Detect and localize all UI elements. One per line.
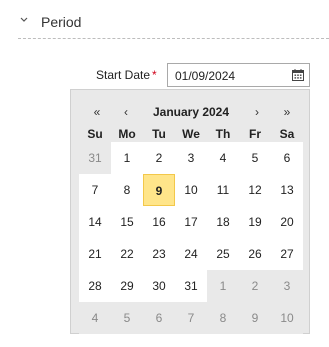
calendar-day-other-month[interactable]: 8 <box>207 302 239 334</box>
start-date-input[interactable]: 01/09/2024 <box>167 63 310 87</box>
calendar-day[interactable]: 27 <box>271 238 303 270</box>
calendar-day[interactable]: 30 <box>143 270 175 302</box>
calendar-day[interactable]: 28 <box>79 270 111 302</box>
calendar-day[interactable]: 10 <box>175 174 207 206</box>
calendar-day-other-month[interactable]: 7 <box>175 302 207 334</box>
calendar-day-other-month[interactable]: 9 <box>239 302 271 334</box>
calendar-day[interactable]: 4 <box>207 142 239 174</box>
calendar-day[interactable]: 20 <box>271 206 303 238</box>
calendar-day[interactable]: 14 <box>79 206 111 238</box>
calendar-day[interactable]: 5 <box>239 142 271 174</box>
section-title: Period <box>41 14 82 30</box>
date-picker-calendar: « ‹ January 2024 › » Su Mo Tu We Th Fr Sa 31 1 2… <box>70 89 310 334</box>
calendar-day-other-month[interactable]: 3 <box>271 270 303 302</box>
weekday-label: Th <box>215 127 231 141</box>
start-date-label-text: Start Date <box>96 68 151 82</box>
calendar-day[interactable]: 8 <box>111 174 143 206</box>
calendar-day[interactable]: 7 <box>79 174 111 206</box>
next-month-button[interactable]: › <box>247 105 267 119</box>
calendar-day[interactable]: 2 <box>143 142 175 174</box>
chevron-down-icon[interactable] <box>18 15 30 25</box>
start-date-value: 01/09/2024 <box>175 69 236 83</box>
calendar-day-other-month[interactable]: 6 <box>143 302 175 334</box>
calendar-day-other-month[interactable]: 2 <box>239 270 271 302</box>
weekday-label: Tu <box>152 127 166 141</box>
calendar-day[interactable]: 1 <box>111 142 143 174</box>
calendar-day[interactable]: 19 <box>239 206 271 238</box>
section-divider <box>18 38 329 39</box>
calendar-day[interactable]: 12 <box>239 174 271 206</box>
calendar-day[interactable]: 16 <box>143 206 175 238</box>
calendar-day[interactable]: 21 <box>79 238 111 270</box>
calendar-day[interactable]: 11 <box>207 174 239 206</box>
calendar-day[interactable]: 18 <box>207 206 239 238</box>
calendar-month-title: January 2024 <box>152 105 230 119</box>
calendar-day[interactable]: 17 <box>175 206 207 238</box>
calendar-day-other-month[interactable]: 1 <box>207 270 239 302</box>
calendar-day-selected[interactable]: 9 <box>143 174 175 206</box>
next-year-button[interactable]: » <box>277 105 297 119</box>
calendar-icon[interactable] <box>291 68 305 82</box>
calendar-day[interactable]: 26 <box>239 238 271 270</box>
calendar-day[interactable]: 13 <box>271 174 303 206</box>
weekday-label: Sa <box>279 127 295 141</box>
calendar-day-other-month[interactable]: 4 <box>79 302 111 334</box>
start-date-label: Start Date * <box>96 68 157 82</box>
calendar-day[interactable]: 29 <box>111 270 143 302</box>
calendar-day[interactable]: 22 <box>111 238 143 270</box>
weekday-label: Fr <box>249 127 261 141</box>
calendar-day[interactable]: 3 <box>175 142 207 174</box>
calendar-day[interactable]: 24 <box>175 238 207 270</box>
calendar-day[interactable]: 31 <box>175 270 207 302</box>
calendar-day[interactable]: 23 <box>143 238 175 270</box>
weekday-label: We <box>182 127 200 141</box>
calendar-day-other-month[interactable]: 31 <box>79 142 111 174</box>
calendar-day[interactable]: 6 <box>271 142 303 174</box>
weekday-label: Su <box>87 127 103 141</box>
section-header-period[interactable]: Period <box>0 0 329 40</box>
calendar-day[interactable]: 25 <box>207 238 239 270</box>
weekday-label: Mo <box>118 127 136 141</box>
required-mark: * <box>152 68 157 82</box>
calendar-day-other-month[interactable]: 10 <box>271 302 303 334</box>
calendar-day[interactable]: 15 <box>111 206 143 238</box>
calendar-day-other-month[interactable]: 5 <box>111 302 143 334</box>
